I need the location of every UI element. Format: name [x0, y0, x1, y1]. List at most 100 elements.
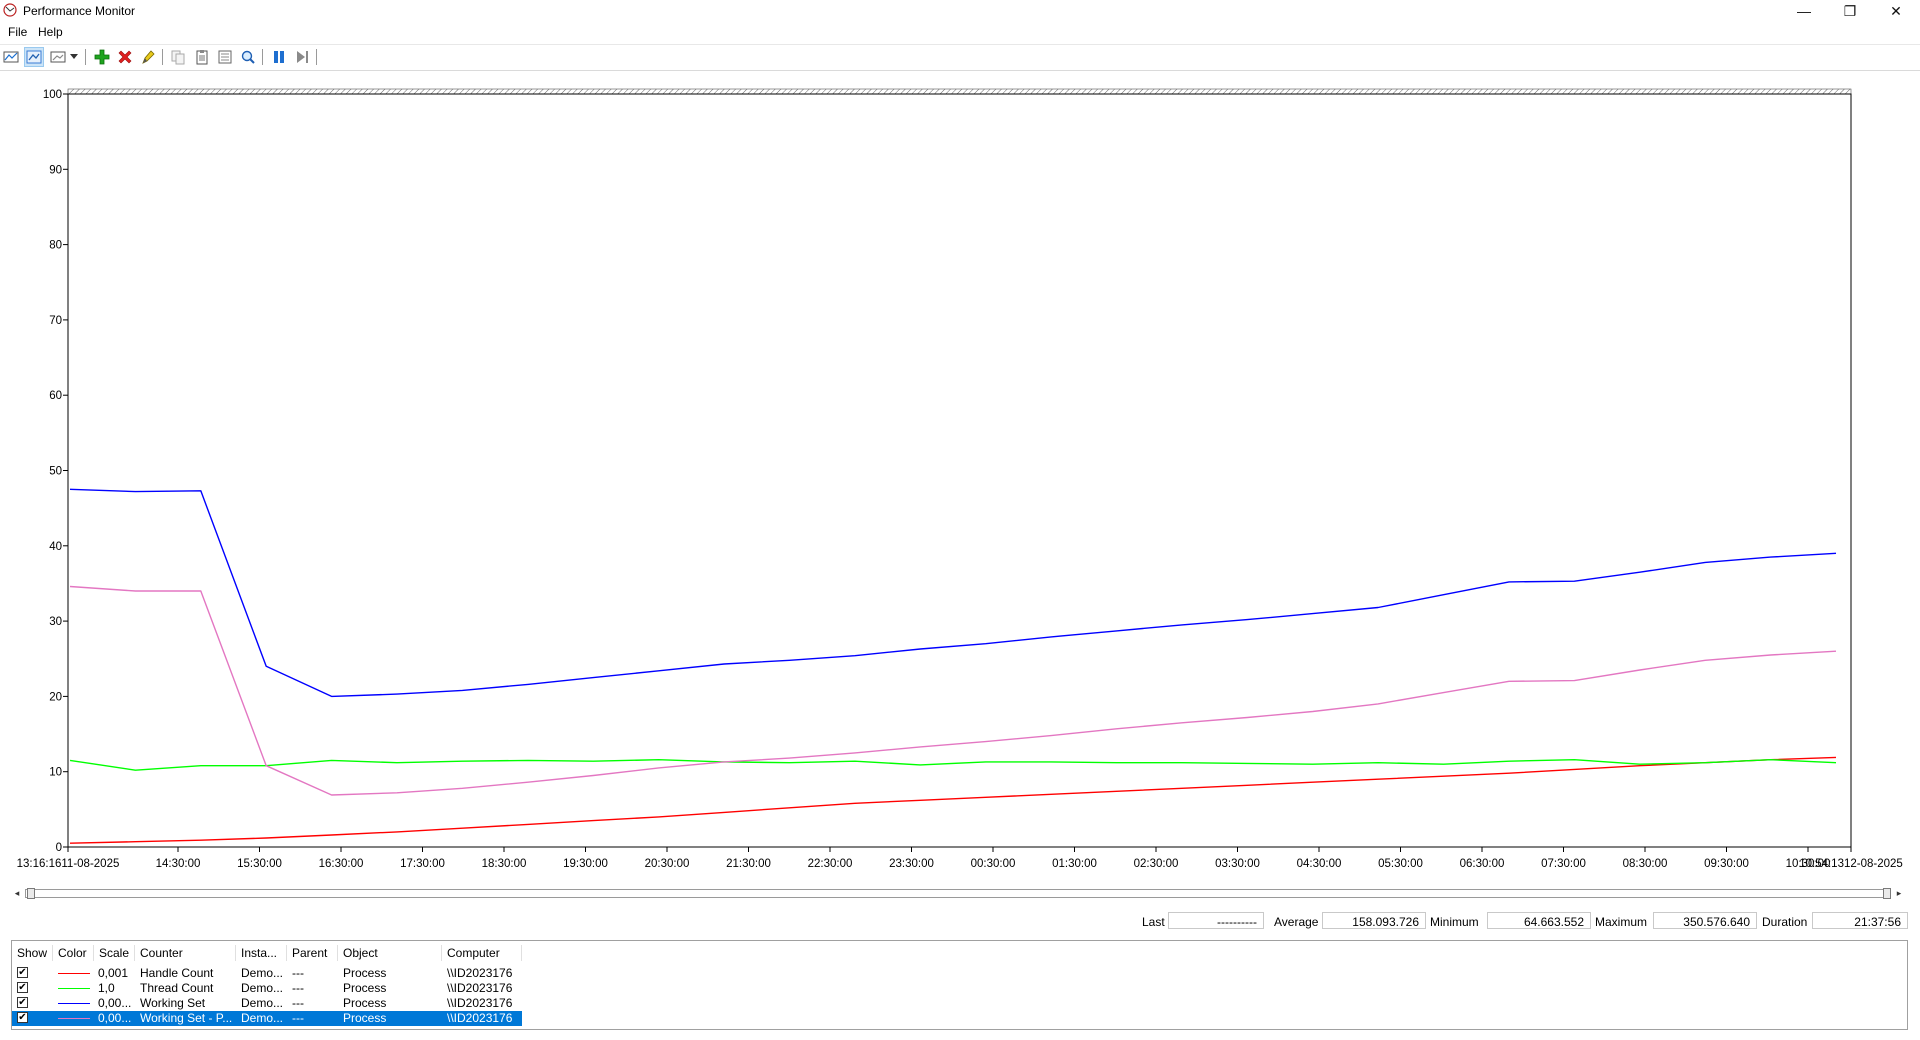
series-line-working-set	[69, 488, 1837, 698]
legend-row-working-set-private[interactable]: ✔ 0,00... Working Set - P... Demo... ---…	[12, 1011, 522, 1026]
x-tick-label: 13:16:1611-08-2025	[17, 858, 120, 870]
scale-cell: 0,00...	[98, 996, 132, 1010]
minimum-label: Minimum	[1430, 915, 1479, 929]
x-tick-label: 17:30:00	[400, 858, 445, 870]
show-checkbox[interactable]: ✔	[17, 1012, 28, 1023]
view-log-data-icon[interactable]	[24, 47, 44, 67]
x-tick-label: 15:30:00	[237, 858, 282, 870]
scroll-track[interactable]	[25, 889, 1891, 898]
show-checkbox[interactable]: ✔	[17, 982, 28, 993]
counter-cell: Handle Count	[140, 966, 214, 980]
instance-cell: Demo...	[241, 996, 284, 1010]
scroll-start-slider[interactable]	[27, 888, 35, 899]
x-tick-label: 05:30:00	[1378, 858, 1423, 870]
statistics-bar: Last ---------- Average 158.093.726 Mini…	[0, 910, 1920, 932]
scroll-right-arrow[interactable]: ▸	[1892, 886, 1906, 900]
close-button[interactable]: ✕	[1873, 0, 1919, 22]
toolbar-divider	[0, 70, 1920, 71]
paste-counter-list-icon[interactable]	[192, 47, 212, 67]
x-tick-label: 07:30:00	[1541, 858, 1586, 870]
legend-row-handle-count[interactable]: ✔ 0,001 Handle Count Demo... --- Process…	[12, 966, 522, 981]
scale-cell: 1,0	[98, 981, 115, 995]
legend-row-working-set[interactable]: ✔ 0,00... Working Set Demo... --- Proces…	[12, 996, 522, 1011]
object-cell: Process	[343, 966, 387, 980]
chart-top-hatch-band	[67, 88, 1852, 95]
header-show[interactable]: Show	[12, 945, 53, 961]
minimize-button[interactable]: —	[1781, 0, 1827, 22]
header-color[interactable]: Color	[53, 945, 94, 961]
performance-chart[interactable]: 0 10 20 30 40 50 60 70 80 90 100 13:16:1611-08-2025…	[0, 72, 1920, 872]
y-tick-label: 10	[49, 767, 62, 779]
legend-row-thread-count[interactable]: ✔ 1,0 Thread Count Demo... --- Process \…	[12, 981, 522, 996]
y-tick-label: 90	[49, 164, 62, 176]
color-swatch	[58, 1003, 90, 1004]
plot-area-border	[67, 93, 1852, 848]
color-swatch	[58, 1018, 90, 1019]
color-swatch	[58, 973, 90, 974]
color-swatch	[58, 988, 90, 989]
scroll-end-slider[interactable]	[1883, 888, 1891, 899]
x-tick-label: 14:30:00	[156, 858, 201, 870]
dropdown-icon[interactable]	[68, 47, 80, 67]
show-checkbox[interactable]: ✔	[17, 997, 28, 1008]
instance-cell: Demo...	[241, 981, 284, 995]
computer-cell: \\ID2023176	[447, 981, 513, 995]
freeze-display-icon[interactable]	[269, 47, 289, 67]
y-tick-label: 20	[49, 691, 62, 703]
zoom-icon[interactable]	[238, 47, 258, 67]
time-scrollbar[interactable]: ◂ ▸	[10, 886, 1906, 900]
header-instance[interactable]: Insta...	[236, 945, 287, 961]
menu-file[interactable]: File	[8, 25, 27, 39]
add-counter-icon[interactable]	[92, 47, 112, 67]
y-tick-label: 0	[56, 842, 62, 854]
show-checkbox[interactable]: ✔	[17, 967, 28, 978]
y-tick-label: 30	[49, 616, 62, 628]
y-tick-label: 50	[49, 466, 62, 478]
instance-cell: Demo...	[241, 966, 284, 980]
highlight-icon[interactable]	[138, 47, 158, 67]
copy-properties-icon[interactable]	[168, 47, 188, 67]
title-bar: Performance Monitor — ❐ ✕	[0, 0, 1920, 22]
header-counter[interactable]: Counter	[135, 945, 236, 961]
header-scale[interactable]: Scale	[94, 945, 135, 961]
header-computer[interactable]: Computer	[442, 945, 522, 961]
counter-legend-table[interactable]: Show Color Scale Counter Insta... Parent…	[11, 940, 1908, 1030]
series-line-thread-count	[69, 759, 1837, 771]
object-cell: Process	[343, 996, 387, 1010]
y-tick-label: 60	[49, 390, 62, 402]
x-tick-label: 20:30:00	[645, 858, 690, 870]
object-cell: Process	[343, 1011, 387, 1025]
x-tick-label: 18:30:00	[482, 858, 527, 870]
average-label: Average	[1274, 915, 1319, 929]
delete-counter-icon[interactable]	[115, 47, 135, 67]
performance-monitor-app-icon	[3, 3, 17, 17]
header-object[interactable]: Object	[338, 945, 442, 961]
scroll-left-arrow[interactable]: ◂	[10, 886, 24, 900]
update-data-icon[interactable]	[292, 47, 312, 67]
restore-button[interactable]: ❐	[1827, 0, 1873, 22]
duration-label: Duration	[1762, 915, 1808, 929]
y-tick-label: 100	[43, 89, 62, 101]
parent-cell: ---	[292, 981, 304, 995]
toolbar-separator	[316, 49, 317, 65]
window-title: Performance Monitor	[23, 4, 136, 18]
scale-cell: 0,001	[98, 966, 129, 980]
counter-cell: Thread Count	[140, 981, 214, 995]
x-tick-label: 08:30:00	[1623, 858, 1668, 870]
x-tick-label: 00:30:00	[971, 858, 1016, 870]
header-parent[interactable]: Parent	[287, 945, 338, 961]
scale-cell: 0,00...	[98, 1011, 132, 1025]
y-tick-label: 40	[49, 541, 62, 553]
y-tick-label: 70	[49, 315, 62, 327]
x-tick-label: 23:30:00	[889, 858, 934, 870]
properties-icon[interactable]	[215, 47, 235, 67]
average-value: 158.093.726	[1322, 912, 1426, 929]
counter-cell: Working Set - P...	[140, 1011, 233, 1025]
view-current-activity-icon[interactable]	[1, 47, 21, 67]
x-tick-label: 04:30:00	[1297, 858, 1342, 870]
computer-cell: \\ID2023176	[447, 1011, 513, 1025]
x-tick-label: 02:30:00	[1134, 858, 1179, 870]
menu-help[interactable]: Help	[38, 25, 63, 39]
change-graph-type-icon[interactable]	[48, 47, 68, 67]
maximum-label: Maximum	[1595, 915, 1648, 929]
